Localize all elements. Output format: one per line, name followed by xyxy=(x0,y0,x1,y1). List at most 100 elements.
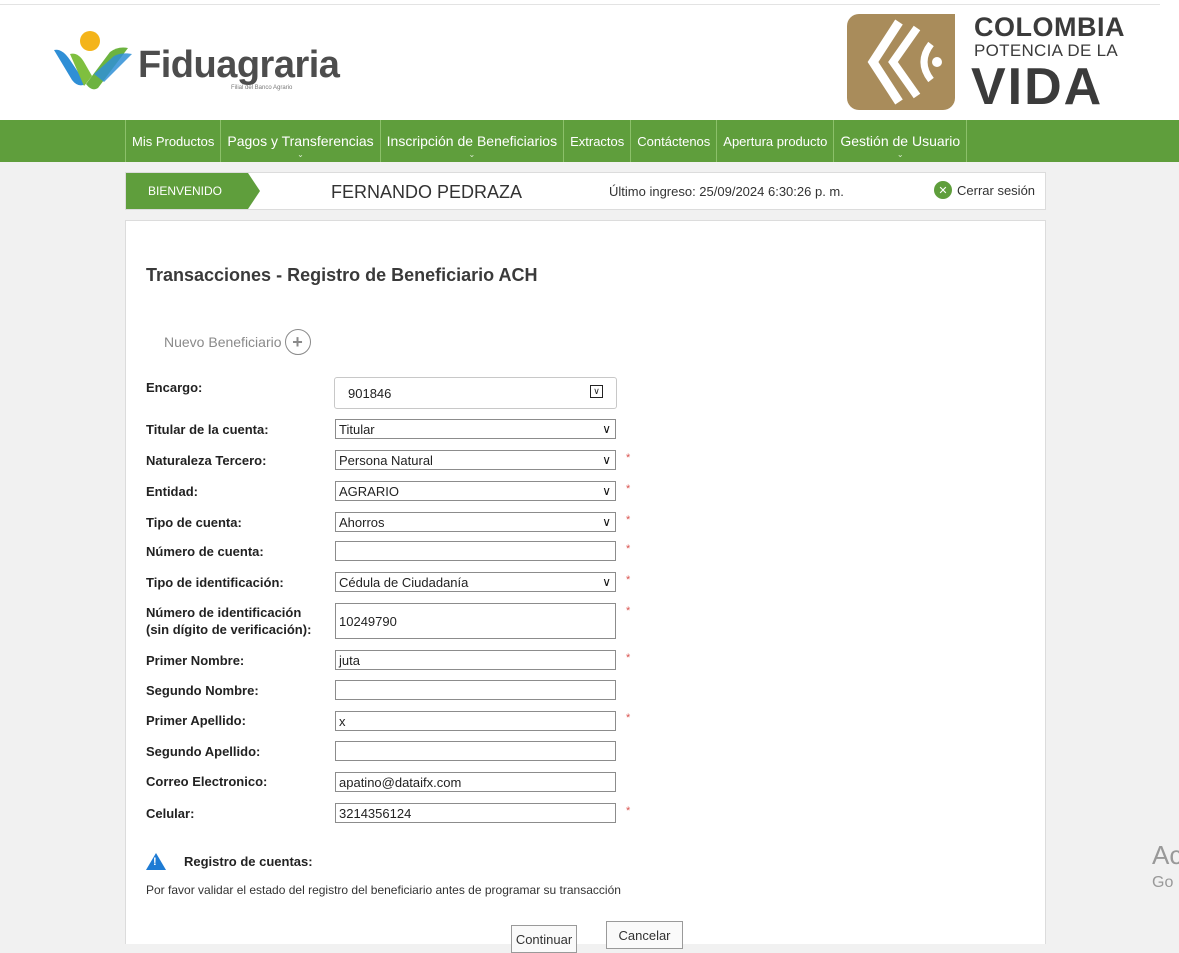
nav-label: Contáctenos xyxy=(637,133,711,149)
titular-value: Titular xyxy=(339,422,375,437)
required-marker: * xyxy=(626,543,631,555)
required-marker: * xyxy=(626,483,631,495)
welcome-bar: BIENVENIDO FERNANDO PEDRAZA Último ingre… xyxy=(125,172,1046,210)
tipo-id-label: Tipo de identificación: xyxy=(146,575,284,590)
alert-title: ! Registro de cuentas: xyxy=(146,853,313,870)
new-beneficiary-button[interactable]: Nuevo Beneficiario + xyxy=(164,329,311,355)
naturaleza-select[interactable]: Persona Natural ∨ xyxy=(335,450,616,470)
chevron-down-icon: ∨ xyxy=(602,453,611,467)
tipo-id-value: Cédula de Ciudadanía xyxy=(339,575,469,590)
nav-menu: Mis Productos Pagos y Transferencias ⌄ In… xyxy=(125,120,968,162)
chevron-down-icon: ⌄ xyxy=(896,150,904,159)
entidad-label: Entidad: xyxy=(146,484,198,499)
chevron-down-icon: ∨ xyxy=(602,515,611,529)
required-marker: * xyxy=(626,605,631,617)
nav-item-pagos[interactable]: Pagos y Transferencias ⌄ xyxy=(221,120,381,162)
correo-label: Correo Electronico: xyxy=(146,774,268,789)
tipo-id-select[interactable]: Cédula de Ciudadanía ∨ xyxy=(335,572,616,592)
required-marker: * xyxy=(626,514,631,526)
main-panel: Transacciones - Registro de Beneficiario… xyxy=(125,220,1046,953)
required-marker: * xyxy=(626,574,631,586)
segundo-nombre-input[interactable] xyxy=(335,680,616,700)
celular-label: Celular: xyxy=(146,806,195,821)
alert-message: Por favor validar el estado del registro… xyxy=(146,883,621,897)
required-marker: * xyxy=(626,652,631,664)
nav-label: Mis Productos xyxy=(132,133,215,149)
segundo-apellido-label: Segundo Apellido: xyxy=(146,744,261,759)
correo-input[interactable]: apatino@dataifx.com xyxy=(335,772,616,792)
chevron-down-icon: ∨ xyxy=(602,484,611,498)
nav-item-inscripcion[interactable]: Inscripción de Beneficiarios ⌄ xyxy=(381,120,565,162)
segundo-apellido-input[interactable] xyxy=(335,741,616,761)
government-badge-icon xyxy=(847,14,955,110)
main-nav: Mis Productos Pagos y Transferencias ⌄ In… xyxy=(0,120,1179,162)
last-login: Último ingreso: 25/09/2024 6:30:26 p. m. xyxy=(609,184,844,199)
nav-label: Pagos y Transferencias xyxy=(227,133,374,149)
titular-select[interactable]: Titular ∨ xyxy=(335,419,616,439)
logout-button[interactable]: ✕ Cerrar sesión xyxy=(934,181,1035,199)
close-circle-icon: ✕ xyxy=(934,181,952,199)
entidad-value: AGRARIO xyxy=(339,484,399,499)
continue-button[interactable]: Continuar xyxy=(511,925,577,953)
nav-item-contactenos[interactable]: Contáctenos xyxy=(631,120,718,162)
welcome-tag: BIENVENIDO xyxy=(126,173,248,209)
encargo-label: Encargo: xyxy=(146,380,203,395)
government-title-line3: VIDA xyxy=(971,58,1104,116)
chevron-down-icon: ∨ xyxy=(602,575,611,589)
primer-nombre-label: Primer Nombre: xyxy=(146,653,245,668)
user-name: FERNANDO PEDRAZA xyxy=(331,182,523,202)
chevron-down-icon: ⌄ xyxy=(468,150,476,159)
entidad-select[interactable]: AGRARIO ∨ xyxy=(335,481,616,501)
primer-nombre-input[interactable]: juta xyxy=(335,650,616,670)
numero-id-label-line2: (sin dígito de verificación): xyxy=(146,622,312,637)
fiduagraria-emblem-icon xyxy=(54,31,132,90)
tipo-cuenta-label: Tipo de cuenta: xyxy=(146,515,242,530)
government-title-line1: COLOMBIA xyxy=(974,12,1125,42)
warning-icon: ! xyxy=(146,853,166,870)
os-activation-overlay-line2: Go xyxy=(1152,874,1174,891)
titular-label: Titular de la cuenta: xyxy=(146,422,269,437)
numero-id-input[interactable]: 10249790 xyxy=(335,603,616,639)
welcome-arrow xyxy=(248,173,260,209)
chevron-down-icon: ∨ xyxy=(602,422,611,436)
page-title: Transacciones - Registro de Beneficiario… xyxy=(146,265,538,285)
naturaleza-label: Naturaleza Tercero: xyxy=(146,453,267,468)
fiduagraria-logo[interactable]: Fiduagraria Filial del Banco Agrario xyxy=(48,30,348,100)
os-activation-overlay-line1: Ac xyxy=(1152,840,1179,870)
header: Fiduagraria Filial del Banco Agrario COL… xyxy=(0,0,1179,120)
new-beneficiary-label: Nuevo Beneficiario xyxy=(164,334,282,350)
logo-subtext: Filial del Banco Agrario xyxy=(231,85,293,91)
primer-apellido-input[interactable]: x xyxy=(335,711,616,731)
nav-label: Apertura producto xyxy=(723,133,828,149)
naturaleza-value: Persona Natural xyxy=(339,453,433,468)
required-marker: * xyxy=(626,805,631,817)
tipo-cuenta-value: Ahorros xyxy=(339,515,385,530)
numero-id-label-line1: Número de identificación xyxy=(146,605,302,620)
chevron-down-icon: ⌄ xyxy=(297,150,304,159)
alert-title-text: Registro de cuentas: xyxy=(184,854,313,869)
header-divider xyxy=(0,4,1160,5)
nav-item-gestion-usuario[interactable]: Gestión de Usuario ⌄ xyxy=(834,120,968,162)
required-marker: * xyxy=(626,712,631,724)
logout-label: Cerrar sesión xyxy=(957,182,1036,198)
nav-label: Gestión de Usuario xyxy=(840,133,961,149)
required-marker: * xyxy=(626,452,631,464)
encargo-value: 901846 xyxy=(348,386,392,401)
celular-input[interactable]: 3214356124 xyxy=(335,803,616,823)
nav-label: Extractos xyxy=(570,133,625,149)
numero-cuenta-input[interactable] xyxy=(335,541,616,561)
numero-cuenta-label: Número de cuenta: xyxy=(146,544,264,559)
chevron-down-icon: ∨ xyxy=(590,385,603,398)
nav-item-extractos[interactable]: Extractos xyxy=(564,120,632,162)
cancel-button[interactable]: Cancelar xyxy=(606,921,683,949)
tipo-cuenta-select[interactable]: Ahorros ∨ xyxy=(335,512,616,532)
plus-icon: + xyxy=(284,329,311,355)
nav-item-mis-productos[interactable]: Mis Productos xyxy=(126,120,222,162)
logo-text: Fiduagraria xyxy=(138,44,340,86)
government-logo: COLOMBIA POTENCIA DE LA VIDA xyxy=(847,12,1147,116)
encargo-select[interactable]: 901846 ∨ xyxy=(334,377,617,409)
nav-label: Inscripción de Beneficiarios xyxy=(386,133,558,149)
nav-item-apertura[interactable]: Apertura producto xyxy=(717,120,835,162)
primer-apellido-label: Primer Apellido: xyxy=(146,713,246,728)
segundo-nombre-label: Segundo Nombre: xyxy=(146,683,259,698)
